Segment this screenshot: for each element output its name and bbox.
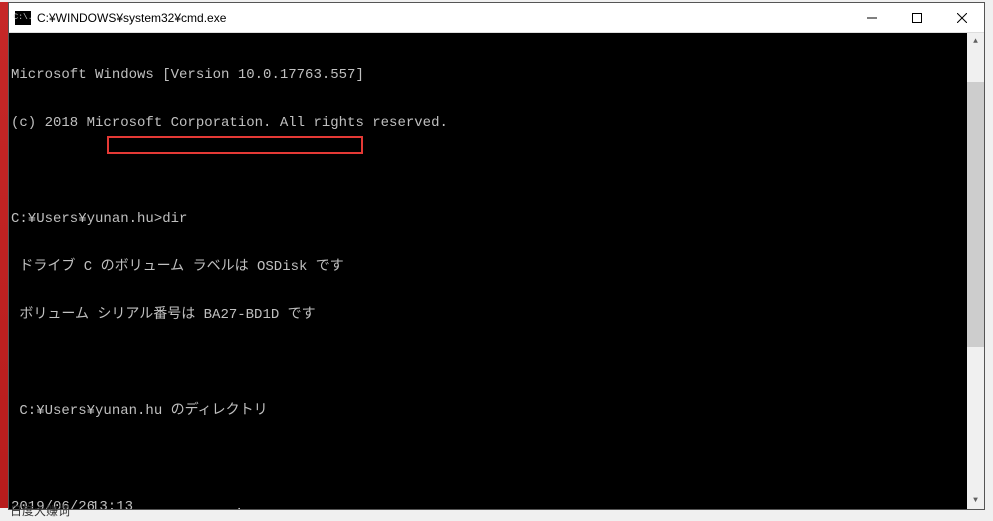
blank-line — [11, 355, 984, 371]
minimize-icon — [867, 13, 877, 23]
minimize-button[interactable] — [849, 3, 894, 32]
annotation-highlight-box — [107, 136, 363, 154]
maximize-button[interactable] — [894, 3, 939, 32]
window-title: C:¥WINDOWS¥system32¥cmd.exe — [37, 11, 849, 25]
app-icon: C:\. — [15, 11, 31, 25]
volume-prefix: ボリューム — [11, 307, 97, 323]
background-text: 日度大赚词 — [10, 502, 70, 519]
volume-serial-text: シリアル番号は BA27-BD1D です — [97, 307, 315, 323]
header-line-2: (c) 2018 Microsoft Corporation. All righ… — [11, 115, 984, 131]
directory-header: C:¥Users¥yunan.hu のディレクトリ — [11, 403, 984, 419]
blank-line — [11, 451, 984, 467]
scroll-up-arrow-icon[interactable]: ▲ — [967, 33, 984, 50]
scroll-track[interactable] — [967, 50, 984, 492]
scroll-thumb[interactable] — [967, 82, 984, 347]
prompt-line: C:¥Users¥yunan.hu>dir — [11, 211, 984, 227]
entry-name: . — [227, 499, 243, 509]
header-line-1: Microsoft Windows [Version 10.0.17763.55… — [11, 67, 984, 83]
background-sliver — [0, 2, 8, 508]
maximize-icon — [912, 13, 922, 23]
window-controls — [849, 3, 984, 32]
titlebar[interactable]: C:\. C:¥WINDOWS¥system32¥cmd.exe — [9, 3, 984, 33]
scroll-down-arrow-icon[interactable]: ▼ — [967, 492, 984, 509]
directory-listing: 2019/06/2613:13.2019/06/2613:13..2019/06… — [11, 499, 984, 509]
close-icon — [957, 13, 967, 23]
cmd-window: C:\. C:¥WINDOWS¥system32¥cmd.exe Microso… — [8, 2, 985, 510]
entry-time: 13:13 — [91, 499, 147, 509]
vertical-scrollbar[interactable]: ▲ ▼ — [967, 33, 984, 509]
close-button[interactable] — [939, 3, 984, 32]
volume-serial-line: ボリューム シリアル番号は BA27-BD1D です — [11, 307, 984, 323]
blank-line — [11, 163, 984, 179]
terminal-output[interactable]: Microsoft Windows [Version 10.0.17763.55… — [9, 33, 984, 509]
entry-dir-flag: . — [147, 499, 203, 509]
volume-label-line: ドライブ C のボリューム ラベルは OSDisk です — [11, 259, 984, 275]
dir-entry: 2019/06/2613:13. — [11, 499, 984, 509]
